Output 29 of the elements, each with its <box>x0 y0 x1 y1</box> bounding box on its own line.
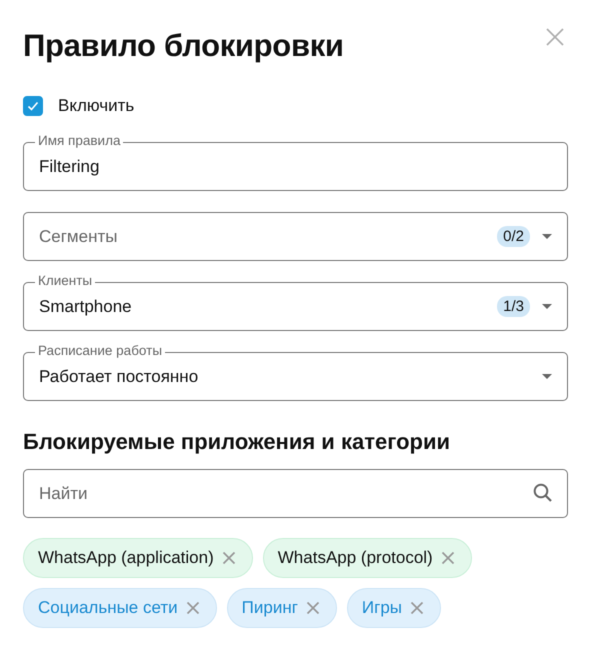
search-field[interactable]: Найти <box>23 469 568 518</box>
caret-icon <box>542 234 552 239</box>
dialog-title: Правило блокировки <box>23 28 344 64</box>
caret-icon <box>542 304 552 309</box>
tag-label: Социальные сети <box>38 598 178 618</box>
field-placeholder: Сегменты <box>39 226 118 246</box>
tag-label: Пиринг <box>242 598 298 618</box>
tag-label: Игры <box>362 598 402 618</box>
remove-icon[interactable] <box>222 551 236 565</box>
field-label: Расписание работы <box>35 343 166 359</box>
field-value: Filtering <box>39 156 100 176</box>
section-title: Блокируемые приложения и категории <box>23 429 452 455</box>
count-badge: 1/3 <box>497 296 530 317</box>
checkbox-label: Включить <box>58 96 134 116</box>
tag-label: WhatsApp (protocol) <box>278 548 433 568</box>
checkbox[interactable] <box>23 96 43 116</box>
remove-icon[interactable] <box>306 601 320 615</box>
checkmark-icon <box>26 99 40 113</box>
search-icon <box>533 483 553 503</box>
count-badge: 0/2 <box>497 226 530 247</box>
field-value: Smartphone <box>39 296 132 316</box>
field-label: Имя правила <box>35 133 124 149</box>
close-icon[interactable] <box>546 28 564 46</box>
remove-icon[interactable] <box>186 601 200 615</box>
remove-icon[interactable] <box>410 601 424 615</box>
field-value: Работает постоянно <box>39 366 198 386</box>
remove-icon[interactable] <box>440 551 455 565</box>
caret-icon <box>542 374 552 379</box>
tag-label: WhatsApp (application) <box>38 548 214 568</box>
